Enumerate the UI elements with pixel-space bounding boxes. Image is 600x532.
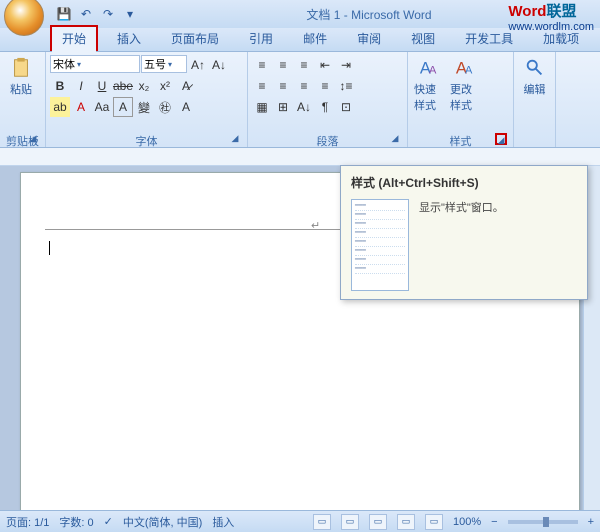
numbering-icon[interactable]: ≡ (273, 55, 293, 75)
save-icon[interactable]: 💾 (56, 6, 72, 22)
undo-icon[interactable]: ↶ (78, 6, 94, 22)
paste-button[interactable]: 粘贴 (4, 55, 38, 99)
tab-insert[interactable]: 插入 (106, 26, 152, 51)
group-editing: 编辑 (514, 52, 556, 147)
tab-view[interactable]: 视图 (400, 26, 446, 51)
text-cursor (49, 241, 50, 255)
outline-view-icon[interactable]: ▭ (397, 514, 415, 530)
zoom-slider[interactable] (508, 520, 578, 524)
change-styles-button[interactable]: AA 更改样式 (448, 55, 482, 115)
highlight-icon[interactable]: ab (50, 97, 70, 117)
char-border-icon[interactable]: A (113, 97, 133, 117)
strike-icon[interactable]: abe (113, 76, 133, 96)
status-page[interactable]: 页面: 1/1 (6, 514, 49, 530)
italic-icon[interactable]: I (71, 76, 91, 96)
find-button[interactable]: 编辑 (518, 55, 551, 99)
clipboard-launcher-icon[interactable]: ◢ (27, 133, 39, 145)
zoom-out-icon[interactable]: − (491, 516, 497, 528)
group-paragraph: ≡ ≡ ≡ ⇤ ⇥ ≡ ≡ ≡ ≡ ↕≡ ▦ ⊞ A↓ ¶ ⊡ 段落 ◢ (248, 52, 408, 147)
paragraph-label: 段落 (317, 136, 339, 148)
tab-home[interactable]: 开始 (50, 25, 98, 51)
align-left-icon[interactable]: ≡ (252, 76, 272, 96)
change-case-icon[interactable]: Aa (92, 97, 112, 117)
font-name-select[interactable]: 宋体▾ (50, 55, 140, 73)
tooltip-text: 显示"样式"窗口。 (419, 199, 504, 291)
draft-view-icon[interactable]: ▭ (425, 514, 443, 530)
quick-styles-button[interactable]: AA 快速样式 (412, 55, 446, 115)
tab-mailings[interactable]: 邮件 (292, 26, 338, 51)
tooltip-title: 样式 (Alt+Ctrl+Shift+S) (351, 174, 577, 191)
clear-format-icon[interactable]: A̷ (176, 76, 196, 96)
font-launcher-icon[interactable]: ◢ (229, 133, 241, 145)
group-font: 宋体▾ 五号▾ A↑ A↓ B I U abe x₂ x² A̷ ab A Aa… (46, 52, 248, 147)
web-view-icon[interactable]: ▭ (369, 514, 387, 530)
svg-text:A: A (429, 65, 437, 77)
enclose-icon[interactable]: ㊓ (155, 97, 175, 117)
styles-tooltip: 样式 (Alt+Ctrl+Shift+S) ━━━━━━━━━━━━━━━━━━… (340, 165, 588, 300)
ribbon: 粘贴 剪贴板◢ 宋体▾ 五号▾ A↑ A↓ B I U abe x₂ x² A̷ (0, 52, 600, 148)
redo-icon[interactable]: ↷ (100, 6, 116, 22)
align-center-icon[interactable]: ≡ (273, 76, 293, 96)
zoom-level[interactable]: 100% (453, 516, 481, 528)
bullets-icon[interactable]: ≡ (252, 55, 272, 75)
increase-indent-icon[interactable]: ⇥ (336, 55, 356, 75)
group-styles: AA 快速样式 AA 更改样式 样式◢ (408, 52, 514, 147)
spellcheck-icon[interactable]: ✓ (104, 515, 113, 528)
styles-label: 样式 (450, 136, 472, 148)
qat-dropdown-icon[interactable]: ▾ (122, 6, 138, 22)
line-spacing-icon[interactable]: ↕≡ (336, 76, 356, 96)
underline-icon[interactable]: U (92, 76, 112, 96)
quick-styles-label: 快速样式 (414, 81, 444, 113)
print-layout-view-icon[interactable]: ▭ (313, 514, 331, 530)
char-shading-icon[interactable]: A (176, 97, 196, 117)
zoom-in-icon[interactable]: + (588, 516, 594, 528)
decrease-indent-icon[interactable]: ⇤ (315, 55, 335, 75)
styles-launcher-icon[interactable]: ◢ (495, 133, 507, 145)
reading-view-icon[interactable]: ▭ (341, 514, 359, 530)
subscript-icon[interactable]: x₂ (134, 76, 154, 96)
status-language[interactable]: 中文(简体, 中国) (123, 514, 202, 530)
tooltip-thumbnail: ━━━━━━━━━━━━━━━━━━━━━━━━ (351, 199, 409, 291)
svg-text:A: A (465, 65, 473, 77)
shrink-font-icon[interactable]: A↓ (209, 55, 229, 75)
multilevel-icon[interactable]: ≡ (294, 55, 314, 75)
grow-font-icon[interactable]: A↑ (188, 55, 208, 75)
watermark: Word联盟 www.wordlm.com (508, 0, 594, 33)
status-mode[interactable]: 插入 (212, 514, 234, 530)
change-styles-label: 更改样式 (450, 81, 480, 113)
ruler[interactable] (0, 148, 600, 166)
paragraph-launcher-icon[interactable]: ◢ (389, 133, 401, 145)
paragraph-mark-icon: ↵ (311, 219, 320, 232)
borders-icon[interactable]: ⊞ (273, 97, 293, 117)
font-size-select[interactable]: 五号▾ (141, 55, 187, 73)
show-marks-icon[interactable]: ¶ (315, 97, 335, 117)
editing-label: 编辑 (524, 81, 546, 97)
font-color-icon[interactable]: A (71, 97, 91, 117)
phonetic-icon[interactable]: 變 (134, 97, 154, 117)
group-clipboard: 粘贴 剪贴板◢ (0, 52, 46, 147)
tab-review[interactable]: 审阅 (346, 26, 392, 51)
justify-icon[interactable]: ≡ (315, 76, 335, 96)
quick-access-toolbar: 💾 ↶ ↷ ▾ (56, 6, 138, 22)
superscript-icon[interactable]: x² (155, 76, 175, 96)
tab-references[interactable]: 引用 (238, 26, 284, 51)
align-right-icon[interactable]: ≡ (294, 76, 314, 96)
snap-grid-icon[interactable]: ⊡ (336, 97, 356, 117)
shading-icon[interactable]: ▦ (252, 97, 272, 117)
bold-icon[interactable]: B (50, 76, 70, 96)
font-label: 字体 (136, 136, 158, 148)
status-bar: 页面: 1/1 字数: 0 ✓ 中文(简体, 中国) 插入 ▭ ▭ ▭ ▭ ▭ … (0, 510, 600, 532)
sort-icon[interactable]: A↓ (294, 97, 314, 117)
paste-label: 粘贴 (10, 81, 32, 97)
status-words[interactable]: 字数: 0 (59, 514, 93, 530)
tab-layout[interactable]: 页面布局 (160, 26, 230, 51)
